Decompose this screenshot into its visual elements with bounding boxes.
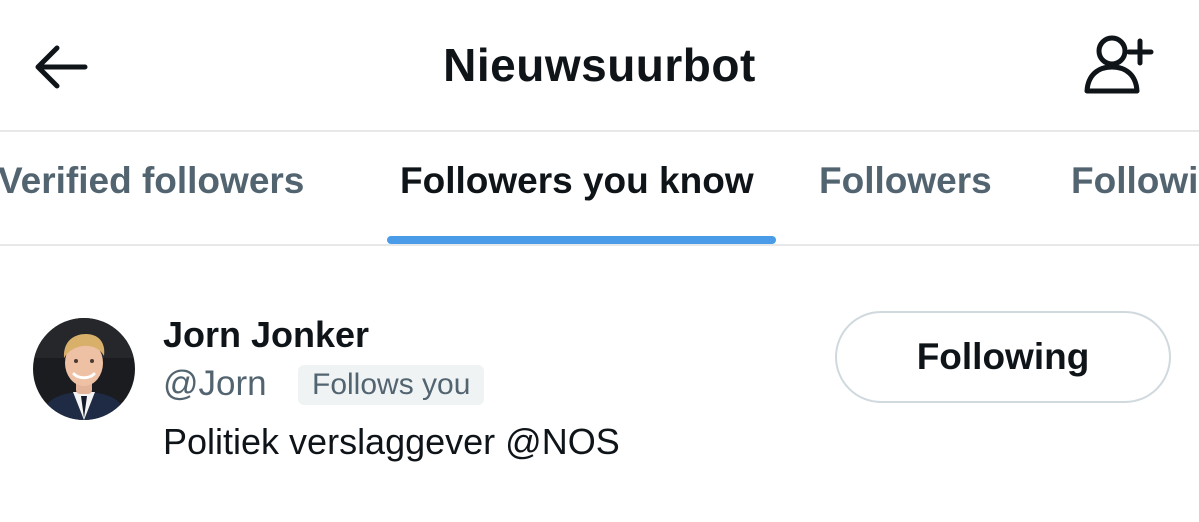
active-tab-indicator [387, 236, 776, 244]
following-button[interactable]: Following [835, 311, 1171, 403]
add-user-button[interactable] [1076, 30, 1160, 102]
user-bio: Politiek verslaggever @NOS [163, 421, 620, 462]
top-bar: Nieuwsuurbot [0, 0, 1199, 132]
tab-followers-you-know[interactable]: Followers you know [400, 160, 754, 202]
profile-photo-icon [33, 318, 135, 420]
tab-followers[interactable]: Followers [819, 160, 992, 202]
follows-you-badge: Follows you [298, 365, 485, 405]
avatar[interactable] [33, 318, 135, 420]
user-handle: @Jorn [163, 364, 267, 403]
tab-following[interactable]: Followi [1071, 160, 1198, 202]
add-user-icon [1082, 33, 1154, 100]
page-title: Nieuwsuurbot [443, 39, 756, 91]
app-window: Nieuwsuurbot Verified followers Follower… [0, 0, 1199, 522]
user-display-name[interactable]: Jorn Jonker [163, 314, 369, 356]
tab-verified-followers[interactable]: Verified followers [0, 160, 304, 202]
list-item[interactable]: Jorn Jonker @Jorn Follows you Politiek v… [0, 246, 1199, 522]
tab-bar: Verified followers Followers you know Fo… [0, 132, 1199, 246]
